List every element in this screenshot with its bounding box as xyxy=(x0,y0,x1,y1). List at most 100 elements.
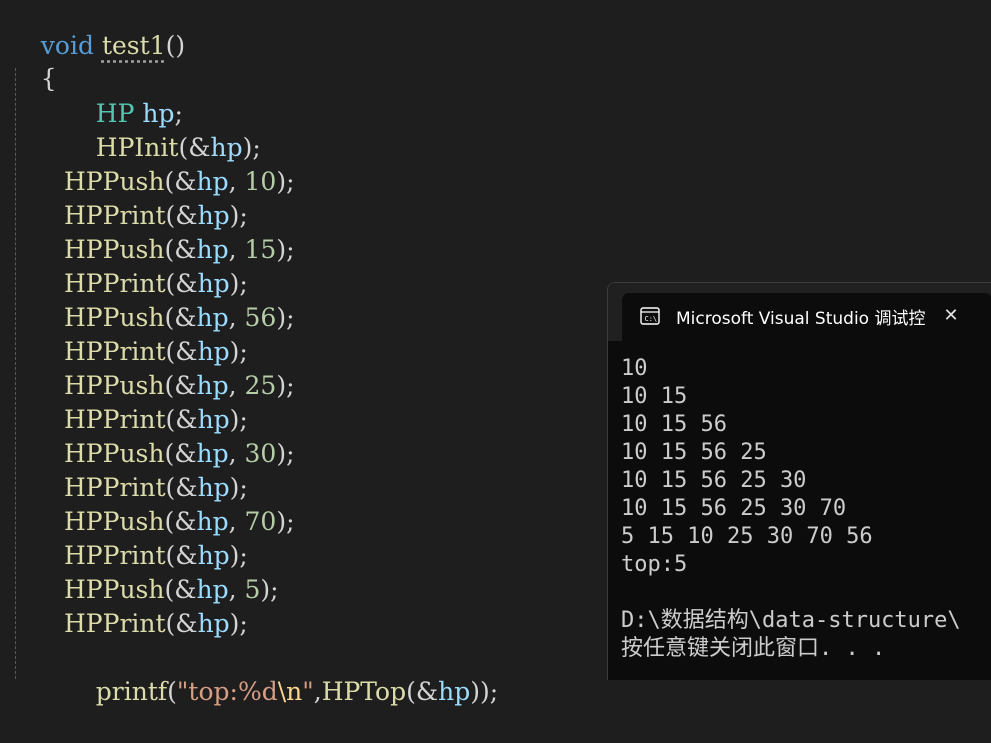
call-fn: HPPush xyxy=(64,235,165,264)
console-output-line: 按任意键关闭此窗口. . . xyxy=(621,636,886,661)
call-open: (& xyxy=(164,575,197,604)
console-output-line: 10 15 56 25 xyxy=(621,440,767,465)
call-var: hp xyxy=(197,473,230,502)
code-line-push[interactable]: HPPush(&hp, 70); xyxy=(64,505,295,539)
call-fn: HPPush xyxy=(64,167,165,196)
code-line-function-header[interactable]: void test1() xyxy=(9,0,185,60)
function-parens: () xyxy=(165,31,186,60)
call-fn: HPPush xyxy=(64,303,165,332)
indent-guide xyxy=(15,68,16,679)
call-var: hp xyxy=(196,439,229,468)
code-line-print[interactable]: HPPrint(&hp); xyxy=(64,199,248,233)
call-open: (& xyxy=(165,609,198,638)
console-output-line: 10 xyxy=(621,356,648,381)
call-fn: HPPush xyxy=(64,507,165,536)
code-line-push[interactable]: HPPush(&hp, 10); xyxy=(64,165,295,199)
escape-sequence: \n xyxy=(277,677,303,706)
printf-open: ( xyxy=(167,677,177,706)
call-var: hp xyxy=(210,133,243,162)
call-arg-number: 10 xyxy=(244,167,277,196)
code-line-declaration[interactable]: HP hp; xyxy=(64,63,183,128)
call-fn: HPPrint xyxy=(64,609,166,638)
call-comma: , xyxy=(228,439,245,468)
code-line-push[interactable]: HPPush(&hp, 5); xyxy=(64,573,279,607)
code-line-print[interactable]: HPPrint(&hp); xyxy=(64,607,248,641)
call-close: ); xyxy=(229,609,248,638)
console-tab[interactable]: C:\ Microsoft Visual Studio 调试控 ✕ xyxy=(622,293,991,341)
code-line-print[interactable]: HPPrint(&hp); xyxy=(64,403,248,437)
call-open: (& xyxy=(164,303,197,332)
code-line-init[interactable]: HPInit(&hp); xyxy=(64,97,261,162)
call-open: (& xyxy=(164,439,197,468)
call-comma: , xyxy=(228,167,245,196)
call-comma: , xyxy=(228,303,245,332)
call-fn: HPInit xyxy=(95,133,179,162)
call-var: hp xyxy=(196,303,229,332)
call-fn: HPPush xyxy=(64,371,165,400)
call-arg-number: 70 xyxy=(244,507,277,536)
code-line-push[interactable]: HPPush(&hp, 30); xyxy=(64,437,295,471)
svg-text:C:\: C:\ xyxy=(645,315,658,323)
code-line-push[interactable]: HPPush(&hp, 15); xyxy=(64,233,295,267)
call-open: (& xyxy=(165,541,198,570)
call-close: ); xyxy=(276,235,295,264)
call-comma: , xyxy=(228,235,245,264)
call-open: (& xyxy=(164,507,197,536)
call-var: hp xyxy=(197,337,230,366)
call-arg-number: 56 xyxy=(244,303,277,332)
format-string-end: " xyxy=(302,677,314,706)
function-name[interactable]: test1 xyxy=(102,31,166,60)
call-fn: HPPrint xyxy=(64,337,166,366)
printf-comma: , xyxy=(313,677,322,706)
call-close: ); xyxy=(229,337,248,366)
call-var: hp xyxy=(197,201,230,230)
call-close: ); xyxy=(229,201,248,230)
call-close: ); xyxy=(229,405,248,434)
call-var: hp xyxy=(197,269,230,298)
call-arg-number: 25 xyxy=(244,371,277,400)
console-output-line: 10 15 xyxy=(621,384,688,409)
call-fn: HPPrint xyxy=(64,541,166,570)
code-line-print[interactable]: HPPrint(&hp); xyxy=(64,335,248,369)
hptop-fn: HPTop xyxy=(321,677,407,706)
call-open: (& xyxy=(165,473,198,502)
code-line-open-brace[interactable]: { xyxy=(9,28,57,93)
console-output-line: 10 15 56 25 30 70 xyxy=(621,496,847,521)
terminal-icon: C:\ xyxy=(640,307,660,325)
call-arg-number: 5 xyxy=(244,575,261,604)
call-close: ); xyxy=(229,269,248,298)
code-line-push[interactable]: HPPush(&hp, 25); xyxy=(64,369,295,403)
call-close: ); xyxy=(229,541,248,570)
call-open: (& xyxy=(165,201,198,230)
code-line-print[interactable]: HPPrint(&hp); xyxy=(64,471,248,505)
call-var: hp xyxy=(197,405,230,434)
close-icon[interactable]: ✕ xyxy=(940,305,962,327)
printf-close: )); xyxy=(470,677,499,706)
call-arg-number: 30 xyxy=(244,439,277,468)
format-string: "top:%d xyxy=(176,677,278,706)
printf-fn: printf xyxy=(95,677,168,706)
call-open: (& xyxy=(165,405,198,434)
code-line-push[interactable]: HPPush(&hp, 56); xyxy=(64,301,295,335)
call-open: (& xyxy=(164,235,197,264)
code-line-printf[interactable]: printf("top:%d\n",HPTop(&hp)); xyxy=(64,641,498,706)
call-close: ); xyxy=(276,167,295,196)
call-open: (& xyxy=(178,133,211,162)
call-var: hp xyxy=(196,575,229,604)
code-line-print[interactable]: HPPrint(&hp); xyxy=(64,539,248,573)
call-fn: HPPrint xyxy=(64,201,166,230)
call-close: ); xyxy=(276,303,295,332)
console-output-line: top:5 xyxy=(621,552,688,577)
console-output-line: 5 15 10 25 30 70 56 xyxy=(621,524,873,549)
console-titlebar[interactable]: C:\ Microsoft Visual Studio 调试控 ✕ xyxy=(608,283,991,341)
console-title: Microsoft Visual Studio 调试控 xyxy=(676,309,926,329)
call-close: ); xyxy=(260,575,279,604)
call-open: (& xyxy=(165,337,198,366)
call-fn: HPPrint xyxy=(64,473,166,502)
call-open: (& xyxy=(164,371,197,400)
open-brace: { xyxy=(40,64,57,93)
debug-console-window[interactable]: C:\ Microsoft Visual Studio 调试控 ✕ 10 10 1… xyxy=(607,282,991,680)
console-output-line: 10 15 56 xyxy=(621,412,727,437)
code-line-print[interactable]: HPPrint(&hp); xyxy=(64,267,248,301)
